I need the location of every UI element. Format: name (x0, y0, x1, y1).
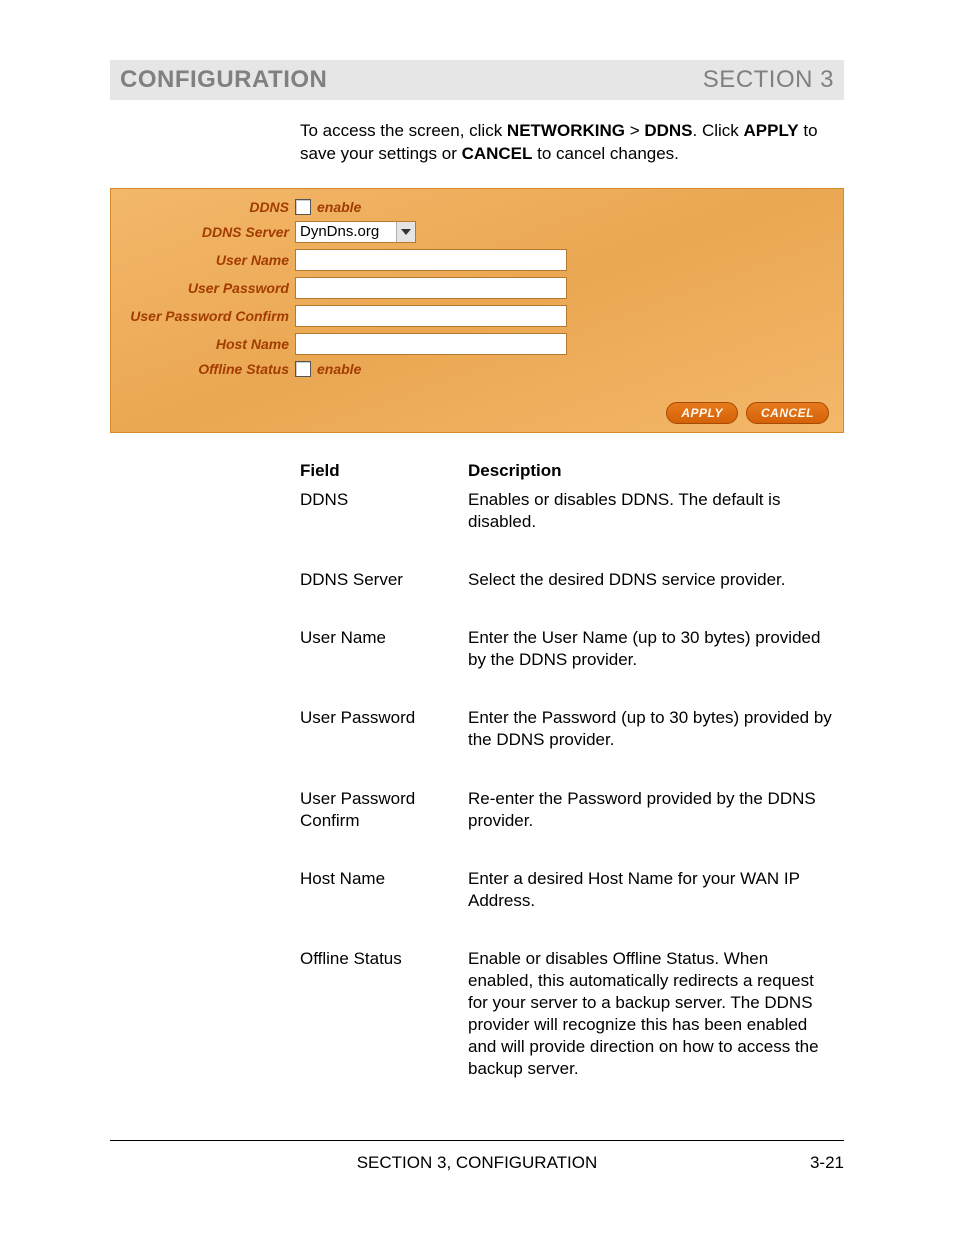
intro-bold-apply: APPLY (744, 121, 799, 140)
ddns-server-value: DynDns.org (296, 222, 396, 242)
user-name-input[interactable] (295, 249, 567, 271)
user-password-confirm-input[interactable] (295, 305, 567, 327)
intro-text: . Click (693, 121, 744, 140)
ddns-enable-text: enable (317, 199, 361, 215)
ddns-enable-checkbox[interactable] (295, 199, 311, 215)
offline-enable-text: enable (317, 361, 361, 377)
intro-text: to cancel changes. (532, 144, 678, 163)
table-row: DDNS Enables or disables DDNS. The defau… (300, 489, 844, 533)
table-head-desc: Description (468, 461, 838, 481)
table-cell-field: User Password (300, 707, 468, 751)
table-cell-field: Host Name (300, 868, 468, 912)
table-cell-field: DDNS Server (300, 569, 468, 591)
table-cell-desc: Enter a desired Host Name for your WAN I… (468, 868, 838, 912)
table-row: User Name Enter the User Name (up to 30 … (300, 627, 844, 671)
user-password-input[interactable] (295, 277, 567, 299)
chevron-down-icon (396, 222, 415, 242)
table-head-field: Field (300, 461, 468, 481)
label-user-password-confirm: User Password Confirm (121, 308, 295, 324)
footer-rule (110, 1140, 844, 1141)
intro-bold-networking: NETWORKING (507, 121, 625, 140)
table-row: User Password Enter the Password (up to … (300, 707, 844, 751)
table-cell-field: Offline Status (300, 948, 468, 1081)
footer-center-text: SECTION 3, CONFIGURATION (357, 1153, 598, 1173)
label-offline-status: Offline Status (121, 361, 295, 377)
intro-bold-cancel: CANCEL (462, 144, 533, 163)
table-row: Host Name Enter a desired Host Name for … (300, 868, 844, 912)
offline-status-checkbox[interactable] (295, 361, 311, 377)
table-cell-field: User Name (300, 627, 468, 671)
table-cell-desc: Re-enter the Password provided by the DD… (468, 788, 838, 832)
label-ddns-server: DDNS Server (121, 224, 295, 240)
table-row: User Password Confirm Re-enter the Passw… (300, 788, 844, 832)
table-cell-desc: Enter the Password (up to 30 bytes) prov… (468, 707, 838, 751)
intro-bold-ddns: DDNS (644, 121, 692, 140)
intro-text: To access the screen, click (300, 121, 507, 140)
table-cell-field: User Password Confirm (300, 788, 468, 832)
table-cell-desc: Enter the User Name (up to 30 bytes) pro… (468, 627, 838, 671)
host-name-input[interactable] (295, 333, 567, 355)
table-row: DDNS Server Select the desired DDNS serv… (300, 569, 844, 591)
label-ddns: DDNS (121, 199, 295, 215)
table-cell-desc: Enable or disables Offline Status. When … (468, 948, 838, 1081)
intro-sep: > (625, 121, 644, 140)
cancel-button[interactable]: CANCEL (746, 402, 829, 424)
table-cell-desc: Select the desired DDNS service provider… (468, 569, 838, 591)
footer-page-number: 3-21 (810, 1153, 844, 1173)
table-cell-desc: Enables or disables DDNS. The default is… (468, 489, 838, 533)
ddns-config-panel: DDNS enable DDNS Server DynDns.org User … (110, 188, 844, 433)
ddns-server-select[interactable]: DynDns.org (295, 221, 416, 243)
header-title: CONFIGURATION (120, 66, 327, 94)
page-footer: SECTION 3, CONFIGURATION 3-21 (110, 1153, 844, 1173)
header-section: SECTION 3 (703, 66, 834, 94)
label-user-name: User Name (121, 252, 295, 268)
intro-paragraph: To access the screen, click NETWORKING >… (300, 120, 834, 166)
label-user-password: User Password (121, 280, 295, 296)
table-row: Offline Status Enable or disables Offlin… (300, 948, 844, 1081)
field-description-table: Field Description DDNS Enables or disabl… (300, 461, 844, 1081)
label-host-name: Host Name (121, 336, 295, 352)
table-cell-field: DDNS (300, 489, 468, 533)
apply-button[interactable]: APPLY (666, 402, 738, 424)
page-header: CONFIGURATION SECTION 3 (110, 60, 844, 100)
